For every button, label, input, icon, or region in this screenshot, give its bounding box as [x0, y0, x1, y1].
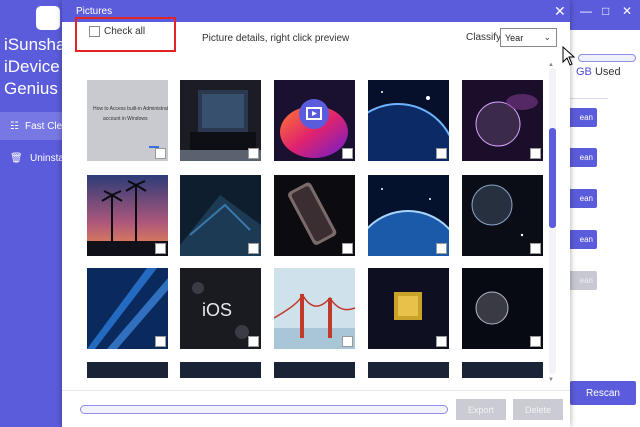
thumbnail-image [368, 362, 449, 378]
rescan-button[interactable]: Rescan [570, 381, 636, 405]
thumbnail-checkbox[interactable] [155, 148, 166, 159]
thumbnail-checkbox[interactable] [436, 336, 447, 347]
photo-thumbnail[interactable]: How to Access built-in Administrator acco… [87, 80, 168, 161]
scrollbar-thumb[interactable] [549, 128, 556, 228]
photo-thumbnail[interactable] [180, 175, 261, 256]
photo-thumbnail[interactable] [368, 362, 449, 378]
thumbnail-image [274, 362, 355, 378]
clean-button-1[interactable]: ean [568, 108, 597, 127]
dialog-toolbar: Check all Picture details, right click p… [62, 17, 570, 56]
classify-label: Classify: [466, 32, 504, 43]
storage-bar [578, 54, 636, 62]
photo-thumbnail[interactable]: iOS [180, 268, 261, 349]
photo-thumbnail[interactable] [462, 80, 543, 161]
right-panel: — □ ✕ GB Used ean ean ean ean ean Rescan [568, 0, 640, 427]
progress-bar [80, 405, 448, 414]
photo-thumbnail[interactable] [87, 175, 168, 256]
window-close-icon[interactable]: ✕ [622, 4, 632, 18]
close-icon[interactable]: ✕ [554, 3, 566, 19]
photo-thumbnail[interactable] [180, 80, 261, 161]
photo-thumbnail[interactable] [180, 362, 261, 378]
classify-select[interactable]: Year ⌄ [500, 28, 557, 47]
delete-button[interactable]: Delete [513, 399, 563, 420]
thumbnail-checkbox[interactable] [436, 243, 447, 254]
photo-thumbnail[interactable] [274, 175, 355, 256]
thumbnail-image [180, 362, 261, 378]
thumbnail-checkbox[interactable] [155, 243, 166, 254]
thumbnail-checkbox[interactable] [342, 336, 353, 347]
thumbnail-checkbox[interactable] [530, 336, 541, 347]
minimize-icon[interactable]: — [580, 4, 592, 18]
thumbnail-checkbox[interactable] [248, 148, 259, 159]
photo-thumbnail[interactable] [368, 80, 449, 161]
right-panel-body [568, 30, 640, 427]
thumbnail-checkbox[interactable] [436, 148, 447, 159]
broom-icon: ☷ [10, 120, 19, 132]
classify-value: Year [505, 32, 524, 43]
thumbnail-checkbox[interactable] [530, 148, 541, 159]
scroll-up-icon[interactable]: ▲ [548, 62, 554, 68]
photo-thumbnail[interactable] [87, 362, 168, 378]
export-button[interactable]: Export [456, 399, 506, 420]
photo-thumbnail[interactable] [87, 268, 168, 349]
chevron-down-icon: ⌄ [543, 32, 551, 42]
photo-thumbnail[interactable] [462, 175, 543, 256]
thumb-caption: account in Windows [103, 116, 148, 122]
clean-button-4[interactable]: ean [568, 230, 597, 249]
dialog-title: Pictures [76, 6, 113, 17]
clean-button-3[interactable]: ean [568, 189, 597, 208]
dialog-footer: Export Delete [62, 390, 570, 427]
storage-used-text: GB Used [576, 66, 621, 78]
thumb-caption: How to Access built-in Administrator [93, 106, 168, 112]
photo-thumbnail[interactable] [274, 80, 355, 161]
scroll-down-icon[interactable]: ▼ [548, 377, 554, 383]
clean-button-2[interactable]: ean [568, 148, 597, 167]
thumbnail-image [87, 362, 168, 378]
photo-thumbnail[interactable] [462, 362, 543, 378]
mouse-cursor-icon [562, 46, 576, 66]
photo-thumbnail[interactable] [368, 268, 449, 349]
thumbnail-checkbox[interactable] [342, 148, 353, 159]
apple-logo-icon [36, 6, 60, 30]
thumbnail-checkbox[interactable] [342, 243, 353, 254]
photo-thumbnail[interactable] [274, 268, 355, 349]
maximize-icon[interactable]: □ [602, 4, 609, 18]
trash-icon: 🗑 [10, 152, 23, 164]
divider [568, 98, 608, 99]
thumbnail-checkbox[interactable] [248, 336, 259, 347]
highlight-annotation [75, 17, 176, 52]
photo-thumbnail[interactable] [462, 268, 543, 349]
photo-thumbnail[interactable] [274, 362, 355, 378]
clean-button-5[interactable]: ean [568, 271, 597, 290]
picture-details-hint: Picture details, right click preview [202, 33, 350, 44]
thumbnail-image [462, 362, 543, 378]
thumbnail-checkbox[interactable] [248, 243, 259, 254]
thumbnail-checkbox[interactable] [155, 336, 166, 347]
photo-thumbnail[interactable] [368, 175, 449, 256]
thumb-caption: iOS [202, 300, 232, 320]
thumbnail-grid: How to Access built-in Administrator acco… [62, 60, 570, 378]
thumbnail-checkbox[interactable] [530, 243, 541, 254]
pictures-dialog: Pictures ✕ Check all Picture details, ri… [62, 0, 570, 427]
